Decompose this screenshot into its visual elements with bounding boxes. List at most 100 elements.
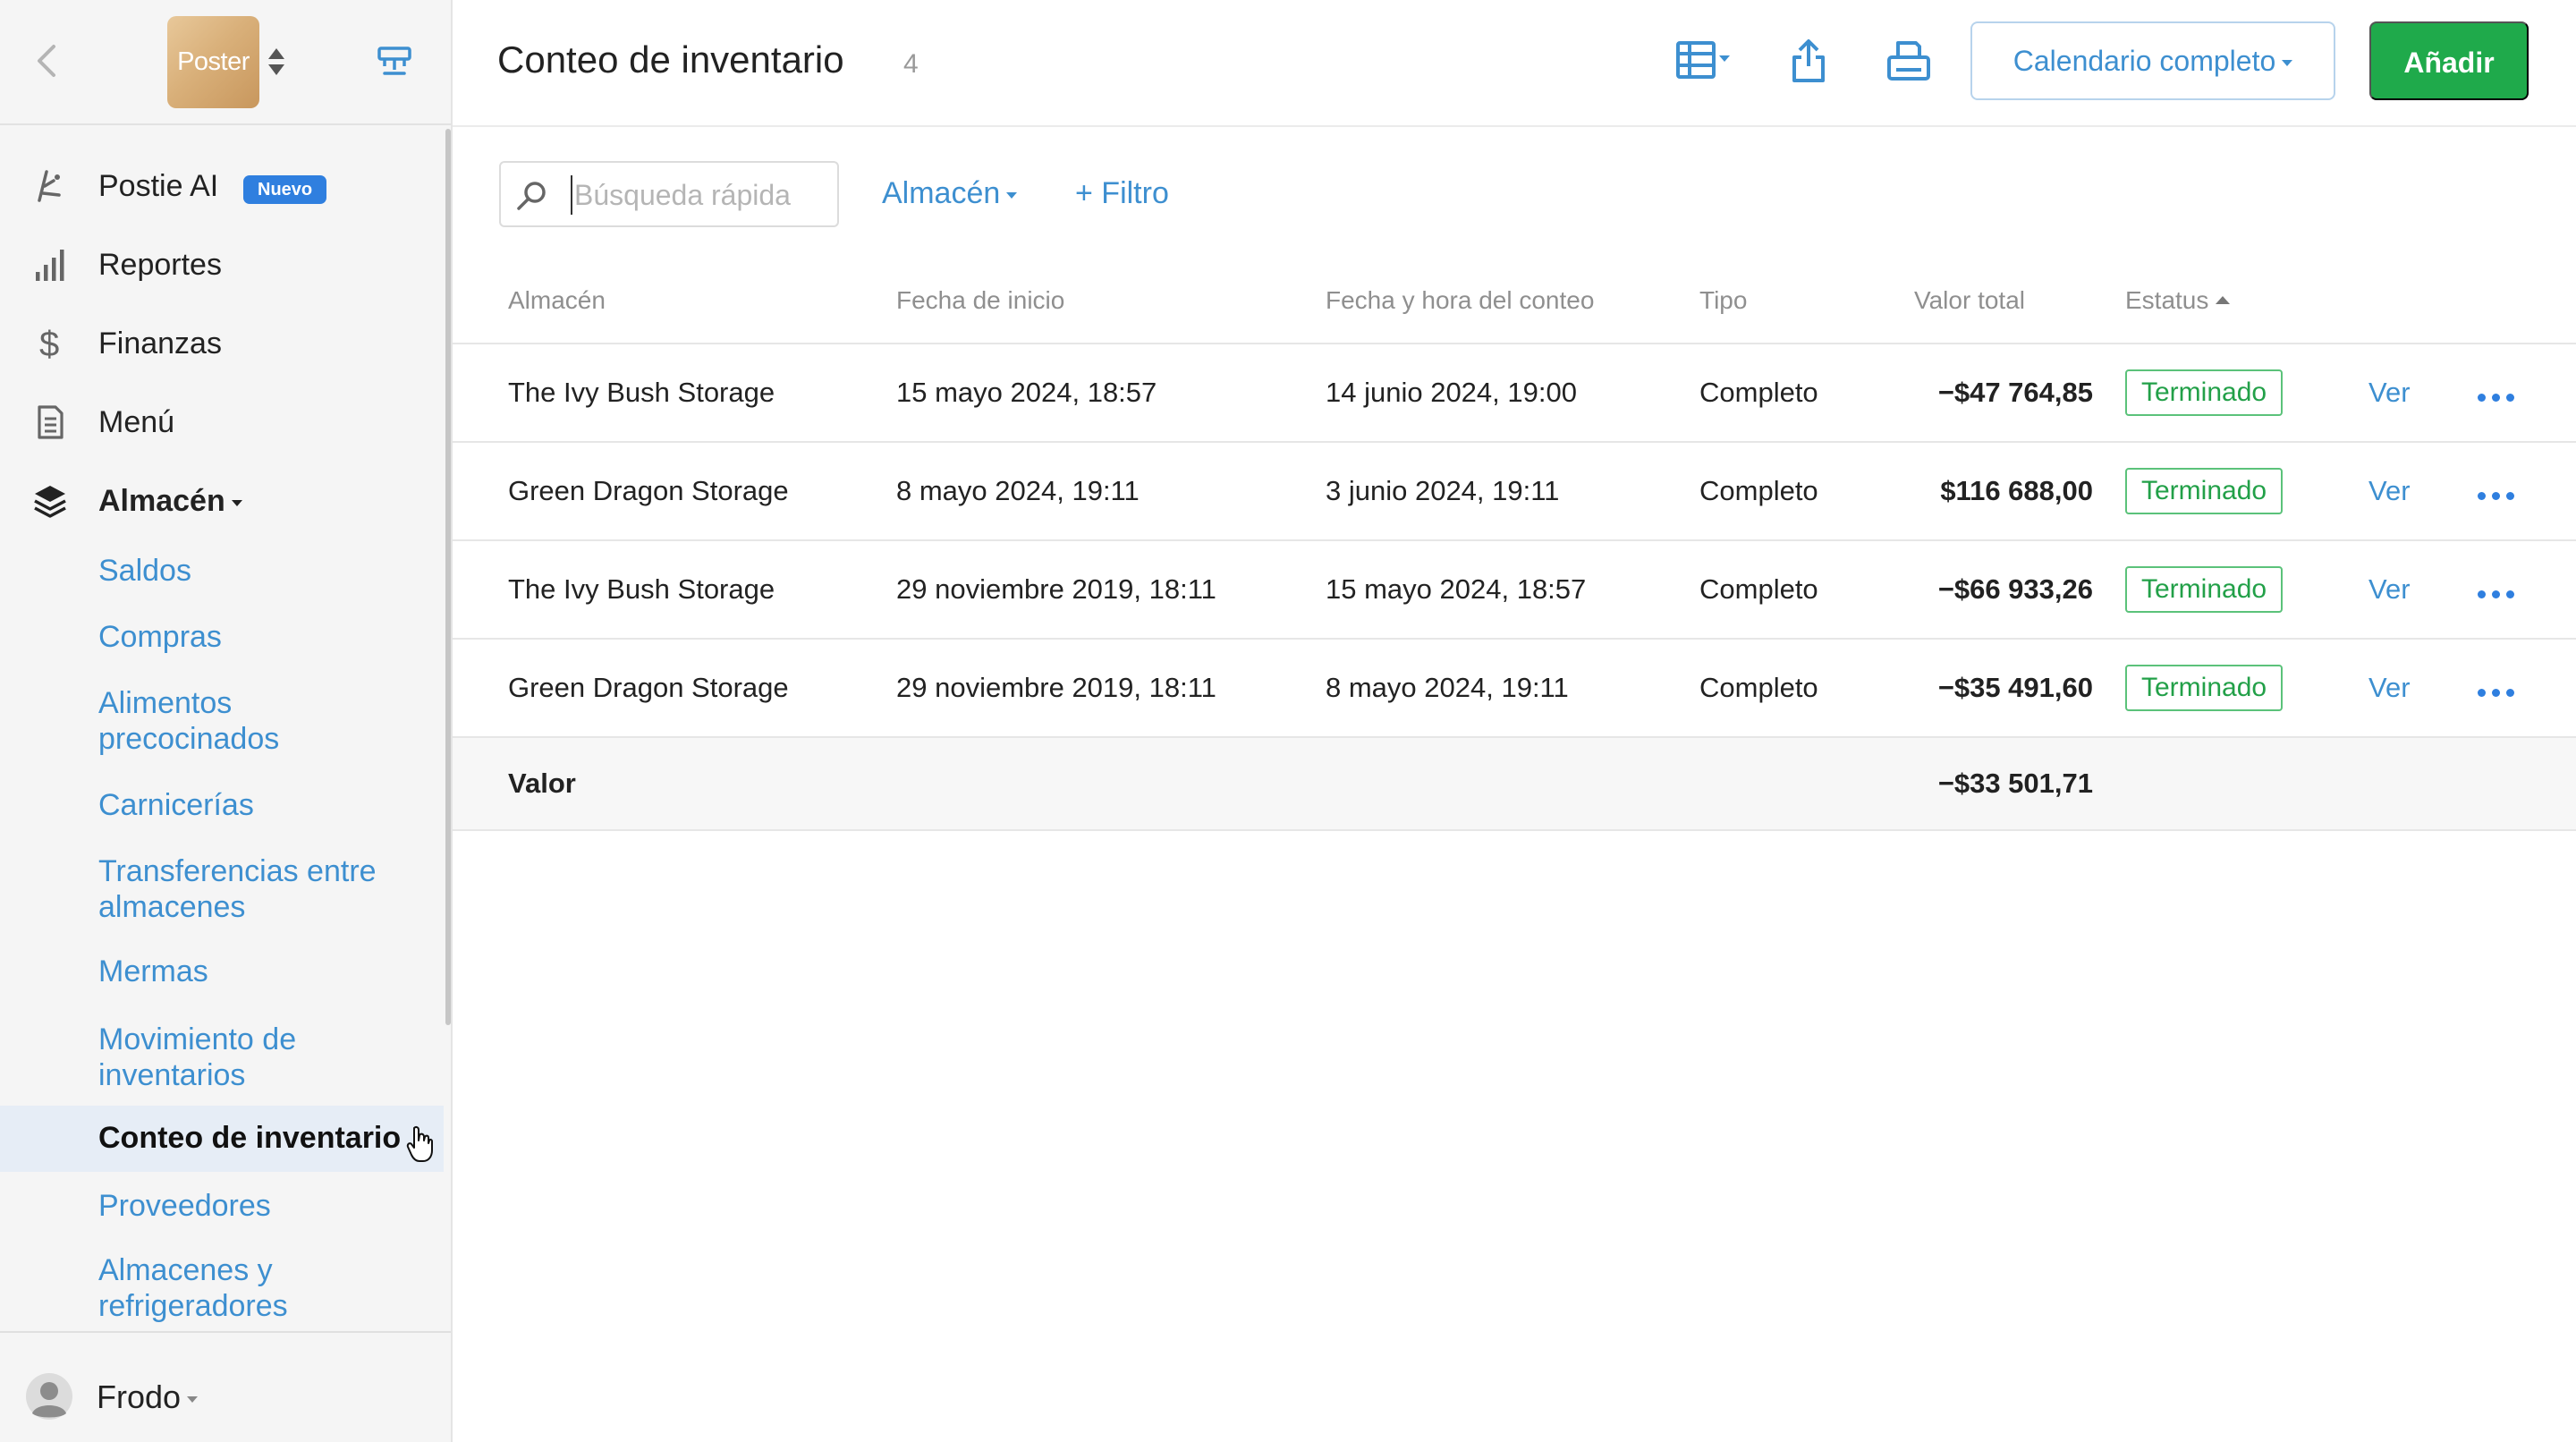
sidebar-item-label: Postie AI — [98, 169, 219, 203]
logo-text: Poster — [177, 47, 250, 76]
status-badge: Terminado — [2125, 369, 2284, 416]
sidebar-subitem-compras[interactable]: Compras — [0, 619, 444, 658]
sidebar-scrollbar[interactable] — [445, 129, 451, 1025]
cell-fecha-conteo: 15 mayo 2024, 18:57 — [1326, 540, 1699, 640]
more-options-icon[interactable] — [2478, 492, 2514, 500]
cell-fecha-inicio: 29 noviembre 2019, 18:11 — [896, 639, 1326, 738]
sidebar-item-menu[interactable]: Menú — [0, 383, 444, 462]
export-button[interactable] — [1789, 38, 1828, 84]
document-icon — [38, 405, 64, 439]
cell-action: Ver — [2368, 639, 2478, 738]
caret-down-icon — [231, 499, 242, 506]
sidebar-item-postie-ai[interactable]: Postie AI Nuevo — [0, 147, 444, 225]
cell-fecha-conteo: 3 junio 2024, 19:11 — [1326, 442, 1699, 541]
column-header-valor-total[interactable]: Valor total — [1914, 258, 2093, 344]
more-options-icon[interactable] — [2478, 394, 2514, 402]
table-row: Green Dragon Storage 8 mayo 2024, 19:11 … — [453, 442, 2576, 541]
sidebar-subitem-transferencias[interactable]: Transferencias entre almacenes — [0, 853, 444, 929]
table-spacer — [453, 737, 508, 831]
almacen-label-text: Almacén — [98, 484, 225, 518]
add-button[interactable]: Añadir — [2369, 21, 2529, 100]
column-header-fecha-inicio[interactable]: Fecha de inicio — [896, 258, 1326, 344]
sidebar-subitem-label: Saldos — [98, 554, 191, 588]
cell-more — [2478, 639, 2576, 738]
calendar-range-dropdown[interactable]: Calendario completo — [1970, 21, 2335, 100]
search-icon — [517, 182, 546, 210]
layers-icon — [34, 486, 66, 518]
cell-estatus: Terminado — [2125, 639, 2368, 738]
more-options-icon[interactable] — [2478, 590, 2514, 598]
back-button[interactable] — [30, 39, 63, 82]
total-value: −$33 501,71 — [1914, 737, 2093, 831]
table-total-row: Valor −$33 501,71 — [453, 737, 2576, 831]
bar-chart-icon — [36, 250, 64, 281]
sidebar-subitem-label: Compras — [98, 620, 222, 654]
cell-estatus: Terminado — [2125, 344, 2368, 443]
add-filter-button[interactable]: + Filtro — [1075, 174, 1169, 213]
cell-more — [2478, 442, 2576, 541]
user-name: Frodo — [97, 1378, 199, 1417]
cell-estatus: Terminado — [2125, 540, 2368, 640]
sidebar-subitem-alimentos-precocinados[interactable]: Alimentos precocinados — [0, 685, 444, 760]
cell-valor-total: −$35 491,60 — [1914, 639, 2093, 738]
column-header-almacen[interactable]: Almacén — [508, 258, 896, 344]
cell-action: Ver — [2368, 540, 2478, 640]
calendar-range-label: Calendario completo — [2012, 45, 2276, 77]
cell-valor-total: $116 688,00 — [1914, 442, 2093, 541]
cell-action: Ver — [2368, 442, 2478, 541]
search-box — [499, 161, 839, 227]
sort-arrows-icon — [268, 48, 284, 75]
more-options-icon[interactable] — [2478, 689, 2514, 697]
table-spacer — [896, 737, 1326, 831]
sidebar-subitem-almacenes-refrigeradores[interactable]: Almacenes y refrigeradores — [0, 1252, 444, 1327]
table-spacer — [2478, 737, 2576, 831]
view-link[interactable]: Ver — [2368, 672, 2411, 703]
sidebar-subitem-label: Transferencias entre almacenes — [98, 854, 377, 924]
view-link[interactable]: Ver — [2368, 377, 2411, 408]
sidebar-subitem-mermas[interactable]: Mermas — [0, 954, 444, 993]
cell-tipo: Completo — [1699, 442, 1914, 541]
pos-terminal-button[interactable] — [376, 43, 413, 81]
sidebar: Poster Postie AI Nuevo Reportes $ Finanz… — [0, 0, 453, 1442]
sidebar-subitem-carnicerias[interactable]: Carnicerías — [0, 787, 444, 827]
sidebar-subitem-proveedores[interactable]: Proveedores — [0, 1188, 444, 1227]
user-menu[interactable]: Frodo — [0, 1331, 451, 1442]
sidebar-subitem-label: Proveedores — [98, 1189, 271, 1223]
sidebar-item-label: Finanzas — [98, 327, 222, 360]
filter-almacen-dropdown[interactable]: Almacén — [882, 174, 1018, 213]
cell-fecha-inicio: 8 mayo 2024, 19:11 — [896, 442, 1326, 541]
print-button[interactable] — [1885, 38, 1932, 84]
view-link[interactable]: Ver — [2368, 573, 2411, 605]
column-header-estatus[interactable]: Estatus — [2125, 258, 2368, 344]
table-spacer — [453, 344, 508, 443]
status-badge: Terminado — [2125, 665, 2284, 711]
cell-more — [2478, 344, 2576, 443]
view-link[interactable]: Ver — [2368, 475, 2411, 506]
column-settings-button[interactable] — [1676, 38, 1739, 84]
table-header-row: Almacén Fecha de inicio Fecha y hora del… — [453, 258, 2576, 344]
status-badge: Terminado — [2125, 468, 2284, 514]
hand-pointer-cursor-icon — [406, 1125, 433, 1162]
cell-valor-total: −$47 764,85 — [1914, 344, 2093, 443]
sidebar-subitem-saldos[interactable]: Saldos — [0, 553, 444, 592]
pos-terminal-icon — [377, 47, 411, 75]
share-export-icon — [1792, 39, 1825, 82]
new-badge: Nuevo — [243, 175, 327, 204]
sidebar-item-reportes[interactable]: Reportes — [0, 225, 444, 304]
sidebar-subitem-label: Alimentos precocinados — [98, 686, 280, 756]
sidebar-item-almacen[interactable]: Almacén — [0, 462, 444, 540]
column-header-fecha-conteo[interactable]: Fecha y hora del conteo — [1326, 258, 1699, 344]
sidebar-subitem-label: Almacenes y refrigeradores — [98, 1253, 288, 1323]
cell-almacen: The Ivy Bush Storage — [508, 540, 896, 640]
dollar-icon: $ — [39, 326, 59, 361]
account-logo[interactable]: Poster — [167, 16, 259, 108]
sidebar-subitem-label: Carnicerías — [98, 788, 254, 822]
sidebar-subitem-movimiento-inventarios[interactable]: Movimiento de inventarios — [0, 1022, 444, 1097]
table-spacer — [2125, 737, 2368, 831]
account-switcher[interactable] — [267, 47, 286, 77]
sidebar-subitem-conteo-inventario[interactable]: Conteo de inventario — [0, 1106, 444, 1172]
inventory-count-table: Almacén Fecha de inicio Fecha y hora del… — [453, 258, 2576, 831]
column-header-tipo[interactable]: Tipo — [1699, 258, 1914, 344]
sidebar-item-finanzas[interactable]: $ Finanzas — [0, 304, 444, 383]
search-input[interactable] — [571, 175, 830, 215]
